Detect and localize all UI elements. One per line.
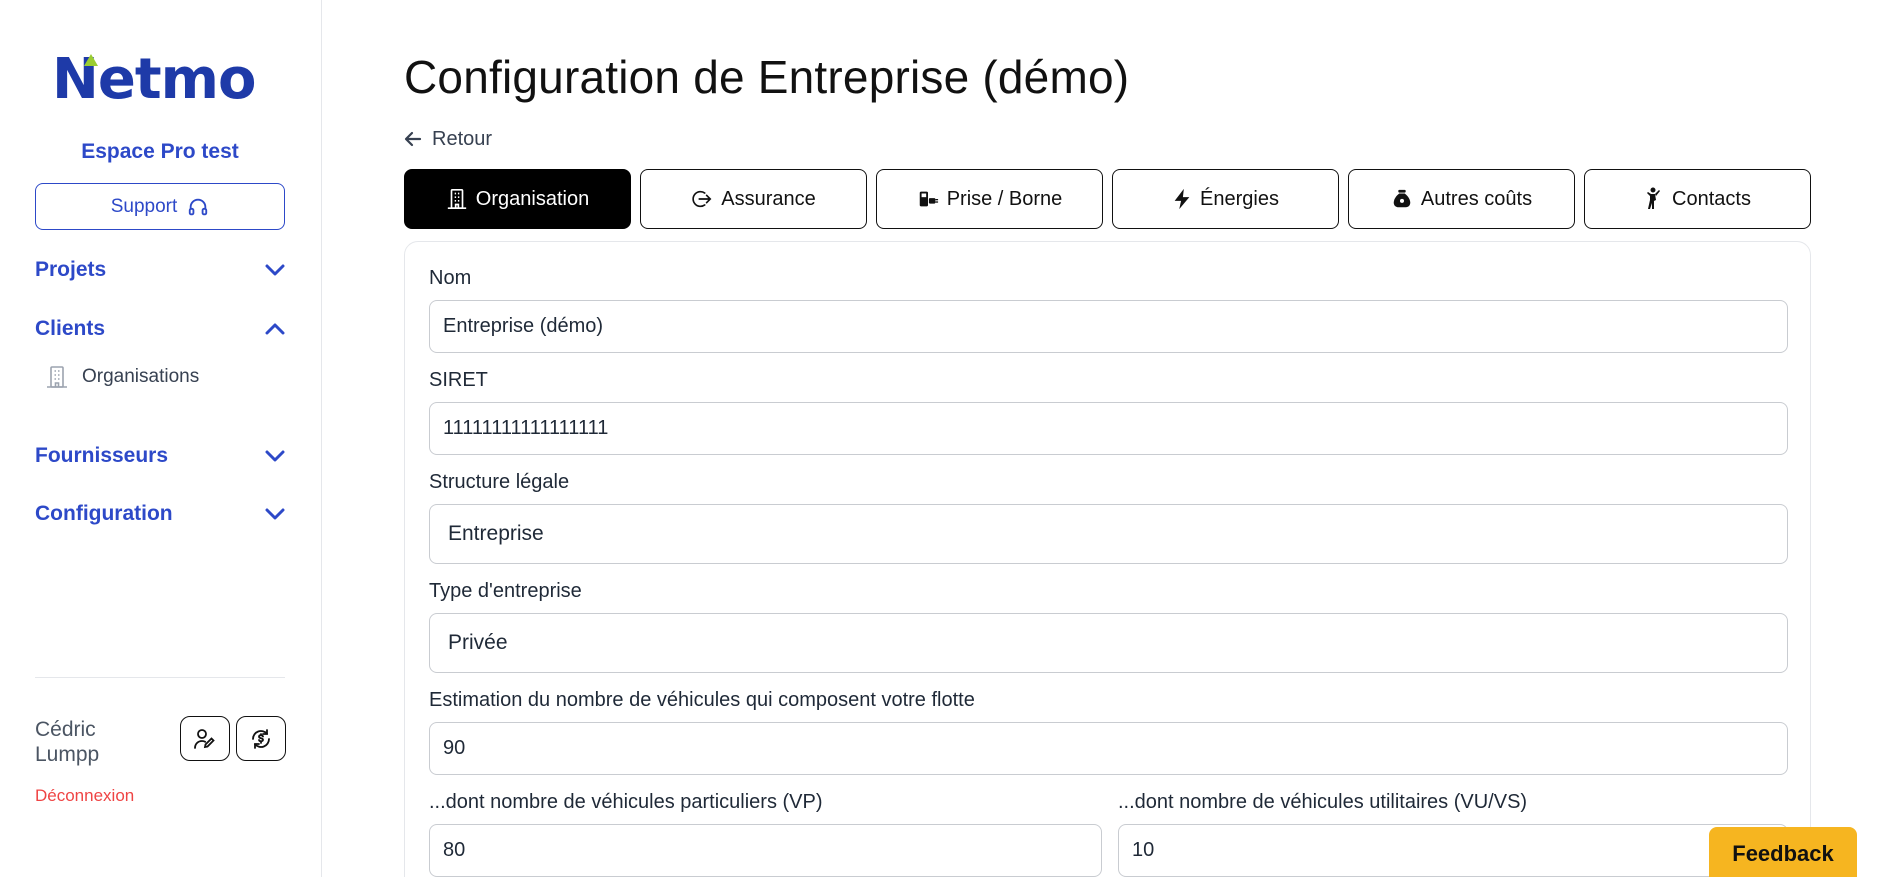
insurance-icon [691,188,713,210]
structure-select[interactable]: Entreprise [429,504,1788,564]
tab-label: Organisation [475,187,590,210]
user-name: Cédric Lumpp [35,717,155,767]
chevron-up-icon [265,322,285,336]
sidebar-item-organisations[interactable]: Organisations [46,360,199,394]
fleet-input[interactable] [429,722,1788,775]
fleet-label: Estimation du nombre de véhicules qui co… [429,689,975,711]
support-label: Support [110,195,178,217]
support-button[interactable]: Support [35,183,285,230]
sidebar-item-label: Clients [35,317,106,340]
vu-input[interactable] [1118,824,1788,877]
config-tabs: Organisation Assurance Prise / Borne Éne… [404,169,1811,229]
money-bag-icon [1391,188,1413,210]
sidebar-item-label: Fournisseurs [35,444,169,467]
arrow-left-icon [404,131,422,147]
tab-label: Assurance [721,187,816,210]
sidebar-divider [35,677,285,678]
lightning-icon [1172,188,1192,210]
edit-profile-button[interactable] [180,716,230,761]
vp-input[interactable] [429,824,1102,877]
tab-label: Prise / Borne [946,187,1063,210]
type-select[interactable]: Privée [429,613,1788,673]
siret-label: SIRET [429,369,488,391]
currency-sync-icon [249,727,273,751]
nom-input[interactable] [429,300,1788,353]
type-value: Privée [448,631,508,654]
sidebar: Netmo Espace Pro test Support Projets Cl… [0,0,322,877]
tab-label: Autres coûts [1420,187,1533,210]
user-first-name: Cédric [35,718,96,741]
sidebar-item-label: Projets [35,258,107,281]
chevron-down-icon [265,449,285,463]
tab-label: Énergies [1200,187,1279,210]
back-label: Retour [432,127,493,150]
sidebar-item-clients[interactable]: Clients [35,313,285,345]
sidebar-item-label: Configuration [35,502,173,525]
headset-icon [187,196,209,218]
sidebar-item-label: Organisations [82,366,200,387]
vp-label: ...dont nombre de véhicules particuliers… [429,791,823,813]
chevron-down-icon [265,263,285,277]
tab-assurance[interactable]: Assurance [640,169,867,229]
tab-label: Contacts [1672,187,1751,210]
tab-contacts[interactable]: Contacts [1584,169,1811,229]
switch-account-button[interactable] [236,716,286,761]
back-link[interactable]: Retour [404,125,492,153]
person-icon [1644,187,1664,211]
tab-autres-couts[interactable]: Autres coûts [1348,169,1575,229]
sidebar-item-fournisseurs[interactable]: Fournisseurs [35,440,285,472]
tab-prise-borne[interactable]: Prise / Borne [876,169,1103,229]
sidebar-item-configuration[interactable]: Configuration [35,498,285,530]
charging-plug-icon [917,188,939,210]
organisation-form: Nom SIRET Structure légale Entreprise Ty… [404,241,1811,877]
building-icon [446,188,468,210]
user-edit-icon [193,727,217,751]
tab-energies[interactable]: Énergies [1112,169,1339,229]
tab-organisation[interactable]: Organisation [404,169,631,229]
logo-leaf-icon [84,54,98,66]
page-title: Configuration de Entreprise (démo) [404,51,1130,103]
feedback-button[interactable]: Feedback [1709,827,1857,877]
structure-value: Entreprise [448,522,544,545]
netmo-logo[interactable]: Netmo [52,48,256,112]
user-last-name: Lumpp [35,743,100,766]
workspace-name: Espace Pro test [81,140,239,163]
chevron-down-icon [265,507,285,521]
vu-label: ...dont nombre de véhicules utilitaires … [1118,791,1528,813]
logout-link[interactable]: Déconnexion [35,786,134,806]
siret-input[interactable] [429,402,1788,455]
nom-label: Nom [429,267,472,289]
sidebar-item-projets[interactable]: Projets [35,254,285,286]
type-label: Type d'entreprise [429,580,582,602]
structure-label: Structure légale [429,471,570,493]
building-icon [46,365,68,389]
